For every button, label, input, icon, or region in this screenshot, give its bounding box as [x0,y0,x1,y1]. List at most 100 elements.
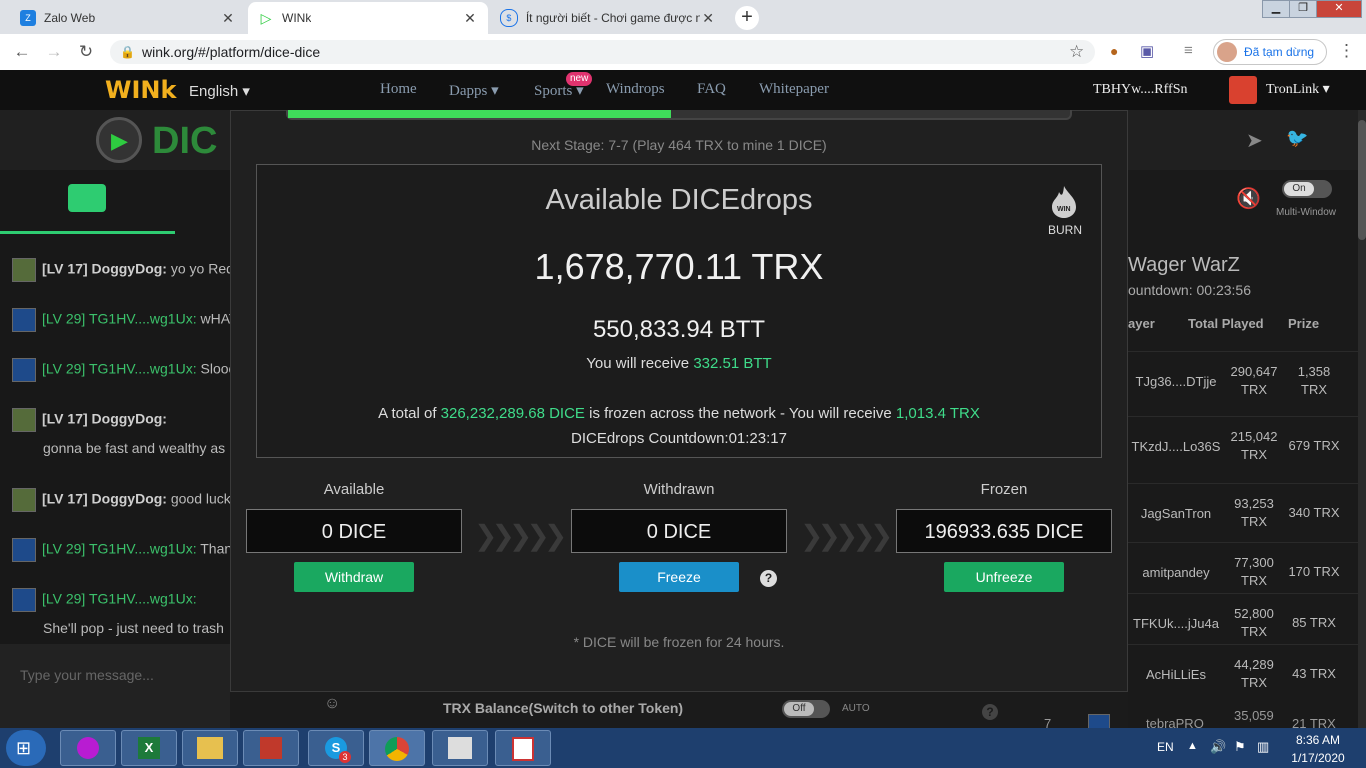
url-text[interactable]: wink.org/#/platform/dice-dice [142,44,320,60]
volume-icon[interactable]: 🔊 [1210,739,1226,755]
clock-time[interactable]: 8:36 AM [1286,733,1350,747]
chat-input[interactable]: Type your message... [20,667,154,683]
multiwindow-toggle[interactable]: On [1282,180,1332,198]
freeze-button[interactable]: Freeze [619,562,739,592]
frozen-label: Frozen [980,481,1028,498]
close-icon[interactable]: ✕ [700,10,716,27]
forward-icon[interactable]: → [44,42,64,62]
taskbar-app[interactable] [495,730,551,766]
avatar [12,308,36,332]
tab-title: Ít người biết - Chơi game được n [525,11,701,25]
withdraw-button[interactable]: Withdraw [294,562,414,592]
flag-icon[interactable]: ⚑ [1234,739,1246,755]
tray-expand-icon[interactable]: ▲ [1187,740,1198,752]
camera-app-icon [77,737,99,759]
multiwindow-label: Multi-Window [1276,207,1337,218]
stage-progress-fill [288,110,672,118]
telegram-icon[interactable]: ➤ [1246,128,1263,153]
notification-badge: 3 [339,751,351,763]
printer-icon [448,737,472,759]
avatar [12,588,36,612]
account-address[interactable]: TBHYw....RffSn [1093,82,1188,98]
dicedrops-countdown: DICEdrops Countdown:01:23:17 [571,430,787,447]
nav-windrops[interactable]: Windrops [606,81,665,98]
chat-message: [LV 29] TG1HV....wg1Ux: Than [12,538,230,562]
nav-whitepaper[interactable]: Whitepaper [759,81,829,98]
page-scrollbar[interactable] [1358,110,1366,728]
nav-home[interactable]: Home [380,81,417,98]
dollar-icon: $ [500,9,518,27]
burn-badge: WIN [1057,206,1071,213]
tronlink-icon [1229,76,1257,104]
chat-input-area [0,644,230,728]
mute-icon[interactable]: 🔇 [1236,186,1261,211]
start-button[interactable]: ⊞ [6,730,46,766]
close-window-button[interactable]: ✕ [1316,0,1362,18]
taskbar-app[interactable]: X [121,730,177,766]
language-select[interactable]: English ▾ [189,82,250,100]
taskbar-app[interactable] [60,730,116,766]
zalo-icon: Z [20,10,36,26]
emoji-icon[interactable]: ☺ [324,695,340,713]
balance-label[interactable]: TRX Balance(Switch to other Token) [443,700,683,716]
minimize-button[interactable]: ▁ [1262,0,1290,18]
pdf-icon [512,737,534,761]
tab-wink[interactable]: ▷ WINk ✕ [248,2,488,34]
new-badge: new [566,72,593,86]
wink-logo[interactable]: WINk [105,76,176,104]
taskbar-app[interactable] [369,730,425,766]
chat-tab[interactable] [0,170,175,234]
table-row: 7 tebraPRO 35,059 21 TRX [1018,698,1358,728]
wallet-select[interactable]: TronLink ▾ [1266,81,1330,98]
taskbar-app[interactable] [432,730,488,766]
burn-button[interactable]: WIN [1046,184,1082,220]
chevrons-icon: ❯❯❯❯❯ [474,520,567,551]
folder-icon [197,737,223,759]
profile-button[interactable]: Đã tạm dừng [1213,39,1327,65]
taskbar-app[interactable] [243,730,299,766]
help-icon[interactable]: ? [760,570,777,587]
close-icon[interactable]: ✕ [462,10,478,27]
tab-article[interactable]: $ Ít người biết - Chơi game được n ✕ [490,2,726,34]
scrollbar-thumb[interactable] [1358,120,1366,240]
avatar [12,408,36,432]
frozen-value: 196933.635 DICE [896,509,1112,553]
tab-zalo[interactable]: Z Zalo Web ✕ [10,2,246,34]
reload-icon[interactable]: ↻ [76,42,96,62]
chat-message: [LV 17] DoggyDog: good luck [12,488,230,512]
maximize-button[interactable]: ❐ [1289,0,1317,18]
new-tab-button[interactable]: + [735,6,759,30]
help-icon[interactable]: ? [982,704,998,720]
unfreeze-button[interactable]: Unfreeze [944,562,1064,592]
back-icon[interactable]: ← [12,42,32,62]
excel-icon: X [138,737,160,759]
next-stage-text: Next Stage: 7-7 (Play 464 TRX to mine 1 … [531,137,827,153]
network-icon[interactable]: ▥ [1257,739,1269,755]
auto-toggle[interactable]: Off [782,700,830,718]
nav-faq[interactable]: FAQ [697,81,726,98]
media-icon[interactable]: ≡ [1184,42,1193,59]
menu-icon[interactable]: ⋮ [1338,41,1355,61]
close-icon[interactable]: ✕ [220,10,236,27]
play-icon: ▷ [260,9,272,26]
wager-title: Wager WarZ [1128,254,1240,276]
withdrawn-value: 0 DICE [571,509,787,553]
tab-title: Zalo Web [44,11,96,25]
btt-amount: 550,833.94 BTT [592,316,766,343]
wager-countdown: ountdown: 00:23:56 [1128,282,1251,298]
chat-message: [LV 17] DoggyDog: [12,408,230,432]
nav-dapps[interactable]: Dapps ▾ [449,81,499,100]
extension-icon[interactable]: ▣ [1140,42,1154,60]
clock-date[interactable]: 1/17/2020 [1286,751,1350,765]
freeze-note: * DICE will be frozen for 24 hours. [573,634,785,650]
taskbar-app[interactable]: S 3 [308,730,364,766]
burn-label: BURN [1047,223,1082,237]
twitter-icon[interactable]: 🐦 [1286,128,1308,149]
taskbar-app[interactable] [182,730,238,766]
table-row: JagSanTron 93,253 TRX 340 TRX [1128,483,1366,542]
star-icon[interactable]: ☆ [1069,42,1084,62]
extension-icon[interactable]: ● [1110,43,1118,59]
receive-btt: You will receive 332.51 BTT [586,355,772,372]
language-indicator[interactable]: EN [1157,740,1174,754]
network-frozen-text: A total of 326,232,289.68 DICE is frozen… [378,405,980,422]
